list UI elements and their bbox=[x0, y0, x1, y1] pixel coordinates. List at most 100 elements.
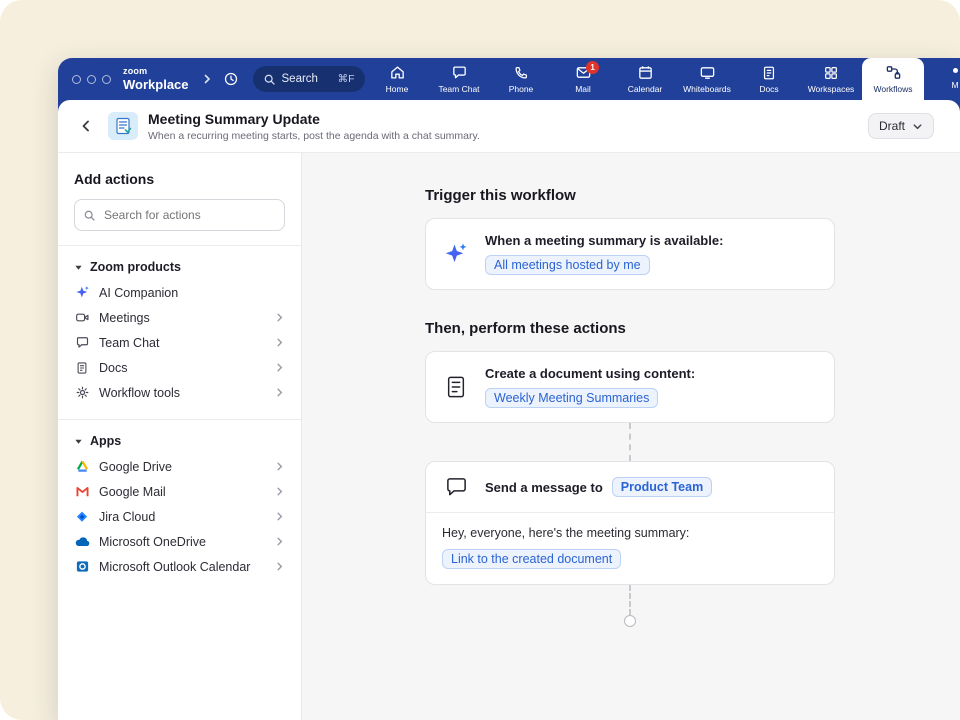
chevron-right-icon bbox=[274, 312, 285, 323]
workflow-subtitle: When a recurring meeting starts, post th… bbox=[148, 130, 480, 142]
nav-tab-phone[interactable]: Phone bbox=[490, 58, 552, 100]
section-apps[interactable]: Apps bbox=[74, 434, 285, 448]
nav-tab-whiteboards[interactable]: Whiteboards bbox=[676, 58, 738, 100]
trigger-heading: Trigger this workflow bbox=[425, 187, 835, 204]
chevron-right-icon bbox=[274, 486, 285, 497]
message-link-tag[interactable]: Link to the created document bbox=[442, 549, 621, 569]
docs-icon bbox=[761, 64, 777, 81]
sidebar-item-ai-companion[interactable]: AI Companion bbox=[74, 280, 285, 305]
nav-tab-more[interactable]: M bbox=[924, 58, 960, 100]
chat-icon bbox=[74, 335, 90, 351]
actions-sidebar: Add actions Zoom products bbox=[58, 153, 302, 720]
chevron-right-icon bbox=[274, 511, 285, 522]
chat-icon bbox=[451, 64, 468, 81]
workflows-icon bbox=[885, 64, 902, 81]
video-camera-icon bbox=[74, 310, 90, 326]
triangle-down-icon bbox=[74, 263, 83, 272]
ai-sparkle-icon bbox=[442, 241, 470, 267]
search-icon bbox=[83, 209, 96, 222]
chevron-right-icon[interactable] bbox=[201, 73, 213, 85]
chevron-down-icon bbox=[912, 121, 923, 132]
create-document-text: Create a document using content: bbox=[485, 366, 695, 381]
sidebar-title: Add actions bbox=[74, 171, 285, 187]
send-message-action-card[interactable]: Send a message to Product Team Hey, ever… bbox=[425, 461, 835, 585]
nav-tab-calendar[interactable]: Calendar bbox=[614, 58, 676, 100]
workflow-header: Meeting Summary Update When a recurring … bbox=[58, 100, 960, 153]
desktop-background: zoom Workplace Search ⌘F bbox=[0, 0, 960, 720]
gmail-icon bbox=[74, 484, 90, 500]
document-icon bbox=[74, 360, 90, 376]
chevron-right-icon bbox=[274, 461, 285, 472]
nav-tab-workspaces[interactable]: Workspaces bbox=[800, 58, 862, 100]
global-search[interactable]: Search ⌘F bbox=[253, 66, 365, 92]
connector-dashed-line bbox=[629, 423, 631, 461]
window-minimize-button[interactable] bbox=[87, 75, 96, 84]
status-dot bbox=[953, 68, 958, 73]
jira-icon bbox=[74, 509, 90, 525]
window-controls[interactable] bbox=[72, 75, 111, 84]
chevron-right-icon bbox=[274, 337, 285, 348]
sidebar-item-microsoft-onedrive[interactable]: Microsoft OneDrive bbox=[74, 529, 285, 554]
window-zoom-button[interactable] bbox=[102, 75, 111, 84]
mail-badge: 1 bbox=[586, 61, 599, 74]
sidebar-item-microsoft-outlook-calendar[interactable]: Microsoft Outlook Calendar bbox=[74, 554, 285, 579]
message-body-text: Hey, everyone, here's the meeting summar… bbox=[442, 526, 818, 540]
nav-tab-workflows[interactable]: Workflows bbox=[862, 58, 924, 100]
chevron-right-icon bbox=[274, 536, 285, 547]
search-label: Search bbox=[282, 73, 332, 85]
whiteboard-icon bbox=[699, 64, 716, 81]
trigger-scope-tag[interactable]: All meetings hosted by me bbox=[485, 255, 650, 275]
document-content-tag[interactable]: Weekly Meeting Summaries bbox=[485, 388, 658, 408]
actions-search[interactable] bbox=[74, 199, 285, 231]
flow-end-node[interactable] bbox=[624, 615, 636, 627]
window-close-button[interactable] bbox=[72, 75, 81, 84]
send-message-text: Send a message to bbox=[485, 480, 603, 495]
create-document-action-card[interactable]: Create a document using content: Weekly … bbox=[425, 351, 835, 423]
workflow-thumbnail-icon bbox=[108, 112, 138, 140]
trigger-card[interactable]: When a meeting summary is available: All… bbox=[425, 218, 835, 290]
sidebar-item-google-mail[interactable]: Google Mail bbox=[74, 479, 285, 504]
speech-bubble-icon bbox=[442, 476, 470, 498]
sidebar-item-team-chat[interactable]: Team Chat bbox=[74, 330, 285, 355]
actions-search-input[interactable] bbox=[102, 207, 276, 223]
message-recipient-tag[interactable]: Product Team bbox=[612, 477, 712, 497]
section-zoom-products[interactable]: Zoom products bbox=[74, 260, 285, 274]
triangle-down-icon bbox=[74, 437, 83, 446]
history-icon[interactable] bbox=[223, 71, 239, 87]
outlook-calendar-icon bbox=[74, 559, 90, 575]
nav-tab-mail[interactable]: 1 Mail bbox=[552, 58, 614, 100]
chevron-right-icon bbox=[274, 561, 285, 572]
divider bbox=[58, 419, 301, 420]
ai-companion-sparkle-icon bbox=[74, 285, 90, 301]
google-drive-icon bbox=[74, 459, 90, 475]
onedrive-cloud-icon bbox=[74, 534, 90, 550]
trigger-text: When a meeting summary is available: bbox=[485, 233, 723, 248]
workflow-canvas: Trigger this workflow When a meeting sum… bbox=[302, 153, 960, 720]
gear-icon bbox=[74, 385, 90, 401]
connector-dashed-line bbox=[629, 585, 631, 615]
sidebar-item-meetings[interactable]: Meetings bbox=[74, 305, 285, 330]
search-shortcut: ⌘F bbox=[338, 73, 355, 85]
top-navigation-bar: zoom Workplace Search ⌘F bbox=[58, 58, 960, 100]
search-icon bbox=[263, 73, 276, 86]
nav-tab-docs[interactable]: Docs bbox=[738, 58, 800, 100]
nav-tab-team-chat[interactable]: Team Chat bbox=[428, 58, 490, 100]
sidebar-item-google-drive[interactable]: Google Drive bbox=[74, 454, 285, 479]
draft-status-label: Draft bbox=[879, 119, 905, 133]
workflow-title: Meeting Summary Update bbox=[148, 111, 480, 127]
nav-tabs: Home Team Chat Phone 1 bbox=[366, 58, 960, 100]
back-button[interactable] bbox=[78, 118, 94, 134]
sidebar-item-jira-cloud[interactable]: Jira Cloud bbox=[74, 504, 285, 529]
divider bbox=[58, 245, 301, 246]
actions-heading: Then, perform these actions bbox=[425, 320, 835, 337]
sidebar-item-workflow-tools[interactable]: Workflow tools bbox=[74, 380, 285, 405]
draft-status-dropdown[interactable]: Draft bbox=[868, 113, 934, 139]
sidebar-item-docs[interactable]: Docs bbox=[74, 355, 285, 380]
zoom-workplace-window: zoom Workplace Search ⌘F bbox=[58, 58, 960, 720]
phone-icon bbox=[513, 64, 529, 81]
main-content-panel: Meeting Summary Update When a recurring … bbox=[58, 100, 960, 720]
chevron-right-icon bbox=[274, 387, 285, 398]
workspaces-icon bbox=[823, 64, 839, 81]
nav-tab-home[interactable]: Home bbox=[366, 58, 428, 100]
document-icon bbox=[442, 375, 470, 399]
